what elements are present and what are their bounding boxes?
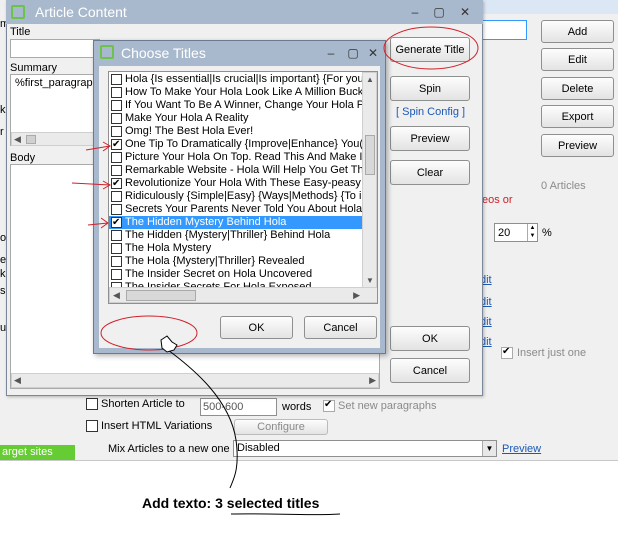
arrow-mark-2 bbox=[71, 180, 112, 190]
annotation-underline bbox=[230, 513, 341, 516]
cursor-hand-icon bbox=[160, 335, 178, 353]
arrow-mark-3 bbox=[87, 217, 109, 229]
arrow-mark-1 bbox=[85, 141, 111, 152]
annotation-text: Add texto: 3 selected titles bbox=[142, 495, 320, 511]
ok-area-circle bbox=[100, 315, 198, 351]
generate-title-circle bbox=[383, 26, 479, 70]
pointer-curve bbox=[167, 349, 238, 489]
annotation-overlay bbox=[71, 26, 479, 516]
